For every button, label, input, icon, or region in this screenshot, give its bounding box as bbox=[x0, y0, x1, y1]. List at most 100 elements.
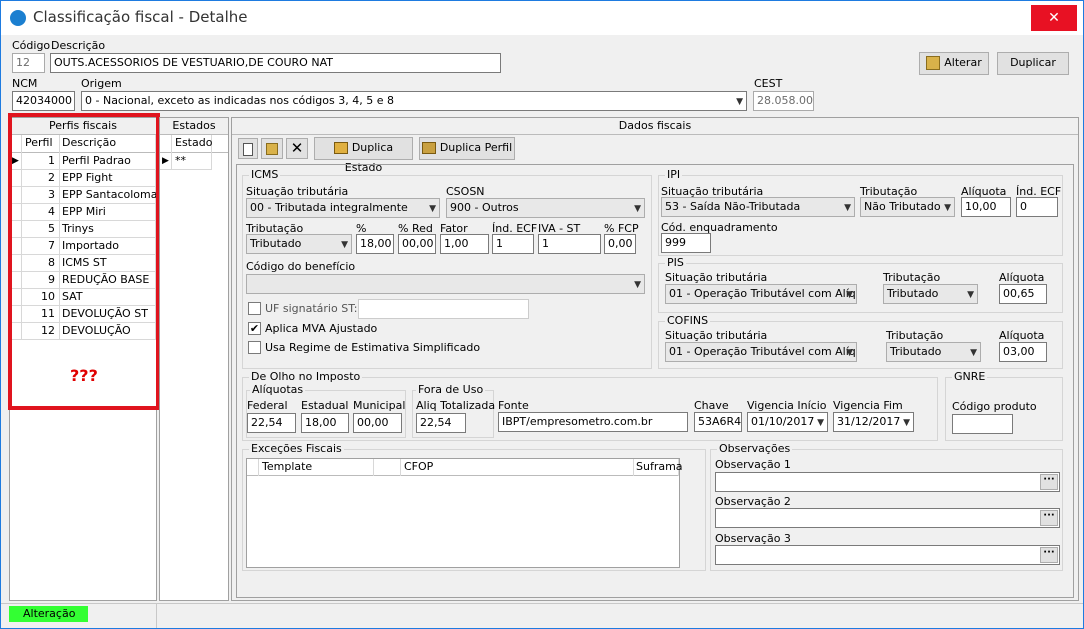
cest-label: CEST bbox=[754, 77, 783, 90]
status-divider bbox=[156, 604, 157, 628]
pis-aliquota-field[interactable]: 00,65 bbox=[999, 284, 1047, 304]
edit-icon bbox=[266, 143, 278, 155]
chave-field[interactable]: 53A6R4 bbox=[694, 412, 742, 432]
duplicate-state-icon bbox=[333, 142, 348, 154]
beneficio-label: Código do benefício bbox=[246, 260, 356, 273]
fator-field[interactable]: 1,00 bbox=[440, 234, 489, 254]
municipal-field[interactable]: 00,00 bbox=[353, 413, 402, 433]
col-suframa[interactable]: Suframa bbox=[634, 459, 683, 476]
col-template[interactable]: Template bbox=[259, 459, 374, 476]
descricao-field[interactable]: OUTS.ACESSORIOS DE VESTUARIO,DE COURO NA… bbox=[50, 53, 501, 73]
alterar-button[interactable]: Alterar bbox=[919, 52, 989, 75]
uf-signatario-field[interactable] bbox=[358, 299, 529, 319]
icms-situacao-label: Situação tributária bbox=[246, 185, 349, 198]
uf-signatario-checkbox[interactable] bbox=[248, 302, 261, 315]
duplica-perfil-button[interactable]: Duplica Perfil bbox=[419, 137, 515, 160]
ncm-label: NCM bbox=[12, 77, 38, 90]
federal-field[interactable]: 22,54 bbox=[247, 413, 296, 433]
row-pointer-icon: ▶ bbox=[160, 153, 172, 170]
obs1-field[interactable] bbox=[715, 472, 1060, 492]
mva-label: Aplica MVA Ajustado bbox=[265, 322, 378, 335]
cest-field[interactable]: 28.058.00 bbox=[753, 91, 814, 111]
fonte-field[interactable]: IBPT/empresometro.com.br bbox=[498, 412, 688, 432]
icms-tributacao-select[interactable]: Tributado ▼ bbox=[246, 234, 352, 254]
excecoes-title: Exceções Fiscais bbox=[249, 442, 344, 455]
obs2-more-button[interactable]: ··· bbox=[1040, 510, 1058, 526]
origem-select[interactable]: 0 - Nacional, exceto as indicadas nos có… bbox=[81, 91, 747, 111]
cofins-situacao-label: Situação tributária bbox=[665, 329, 768, 342]
pis-tributacao-select[interactable]: Tributado ▼ bbox=[883, 284, 978, 304]
origem-label: Origem bbox=[81, 77, 122, 90]
fora-uso-group: Fora de Uso Aliq Totalizada 22,54 bbox=[412, 383, 496, 438]
delete-button[interactable]: ✕ bbox=[286, 138, 308, 159]
olho-title: De Olho no Imposto bbox=[249, 370, 363, 383]
ipi-tributacao-value: Não Tributado bbox=[864, 200, 941, 213]
csosn-value: 900 - Outros bbox=[450, 201, 519, 214]
vig-fim-picker[interactable]: 31/12/2017 ▼ bbox=[833, 412, 914, 432]
ipi-aliquota-field[interactable]: 10,00 bbox=[961, 197, 1011, 217]
chevron-down-icon: ▼ bbox=[846, 348, 853, 358]
pis-aliquota-label: Alíquota bbox=[999, 271, 1045, 284]
federal-label: Federal bbox=[247, 399, 288, 412]
duplicate-profile-icon bbox=[421, 142, 436, 154]
gnre-codigo-field[interactable] bbox=[952, 414, 1013, 434]
estado-value: ** bbox=[172, 153, 212, 170]
obs3-field[interactable] bbox=[715, 545, 1060, 565]
obs1-more-button[interactable]: ··· bbox=[1040, 474, 1058, 490]
icms-title: ICMS bbox=[249, 168, 281, 181]
estadual-field[interactable]: 18,00 bbox=[301, 413, 349, 433]
aliquotas-title: Alíquotas bbox=[250, 383, 306, 396]
col-estado[interactable]: Estado bbox=[172, 135, 212, 153]
new-button[interactable] bbox=[238, 138, 258, 159]
chevron-down-icon: ▼ bbox=[967, 290, 974, 300]
vig-inicio-picker[interactable]: 01/10/2017 ▼ bbox=[747, 412, 828, 432]
chevron-down-icon: ▼ bbox=[634, 204, 641, 214]
uf-signatario-label: UF signatário ST: bbox=[265, 302, 358, 315]
icms-tributacao-value: Tributado bbox=[250, 237, 302, 250]
aliq-total-label: Aliq Totalizada bbox=[416, 399, 496, 412]
aliq-total-field[interactable]: 22,54 bbox=[416, 413, 466, 433]
indicator-col bbox=[247, 459, 259, 476]
ipi-tributacao-select[interactable]: Não Tributado ▼ bbox=[860, 197, 955, 217]
cofins-title: COFINS bbox=[665, 314, 711, 327]
edit-button[interactable] bbox=[261, 138, 283, 159]
pct-field[interactable]: 18,00 bbox=[356, 234, 394, 254]
cofins-situacao-select[interactable]: 01 - Operação Tributável com Alíqu ▼ bbox=[665, 342, 857, 362]
fcp-field[interactable]: 0,00 bbox=[604, 234, 636, 254]
duplicar-button[interactable]: Duplicar bbox=[997, 52, 1069, 75]
pct-red-field[interactable]: 00,00 bbox=[398, 234, 436, 254]
estado-row[interactable]: ▶ ** bbox=[160, 153, 212, 170]
codigo-field[interactable]: 12 bbox=[12, 53, 45, 73]
duplica-estado-button[interactable]: Duplica Estado bbox=[314, 137, 413, 174]
ipi-ind-ecf-field[interactable]: 0 bbox=[1016, 197, 1058, 217]
obs2-label: Observação 2 bbox=[715, 495, 791, 508]
vig-fim-value: 31/12/2017 bbox=[837, 415, 901, 428]
cofins-tributacao-select[interactable]: Tributado ▼ bbox=[886, 342, 981, 362]
col-cfop[interactable]: CFOP bbox=[401, 459, 634, 476]
ellipsis-icon: ··· bbox=[1043, 510, 1055, 521]
excecoes-grid: Template CFOP Suframa bbox=[246, 458, 683, 568]
obs2-field[interactable] bbox=[715, 508, 1060, 528]
icms-ind-ecf-field[interactable]: 1 bbox=[492, 234, 534, 254]
mva-checkbox[interactable]: ✔ bbox=[248, 322, 261, 335]
ipi-situacao-select[interactable]: 53 - Saída Não-Tributada ▼ bbox=[661, 197, 855, 217]
ncm-field[interactable]: 42034000 bbox=[12, 91, 75, 111]
iva-st-field[interactable]: 1 bbox=[538, 234, 601, 254]
aliquotas-group: Alíquotas Federal 22,54 Estadual 18,00 M… bbox=[246, 383, 406, 438]
pis-situacao-select[interactable]: 01 - Operação Tributável com Alíqu ▼ bbox=[665, 284, 857, 304]
delete-icon: ✕ bbox=[290, 139, 304, 157]
edit-icon bbox=[926, 56, 941, 70]
csosn-select[interactable]: 900 - Outros ▼ bbox=[446, 198, 645, 218]
cod-enq-field[interactable]: 999 bbox=[661, 233, 711, 253]
obs3-more-button[interactable]: ··· bbox=[1040, 547, 1058, 563]
beneficio-select[interactable]: ▼ bbox=[246, 274, 645, 294]
regime-checkbox[interactable] bbox=[248, 341, 261, 354]
icms-situacao-select[interactable]: 00 - Tributada integralmente ▼ bbox=[246, 198, 440, 218]
ipi-group: IPI Situação tributária 53 - Saída Não-T… bbox=[658, 168, 1063, 256]
chevron-down-icon: ▼ bbox=[634, 280, 641, 290]
obs3-label: Observação 3 bbox=[715, 532, 791, 545]
observacoes-title: Observações bbox=[717, 442, 793, 455]
dados-panel: Dados fiscais ✕ Duplica Estado Duplica P… bbox=[231, 117, 1079, 601]
close-button[interactable]: ✕ bbox=[1031, 5, 1077, 31]
cofins-aliquota-field[interactable]: 03,00 bbox=[999, 342, 1047, 362]
